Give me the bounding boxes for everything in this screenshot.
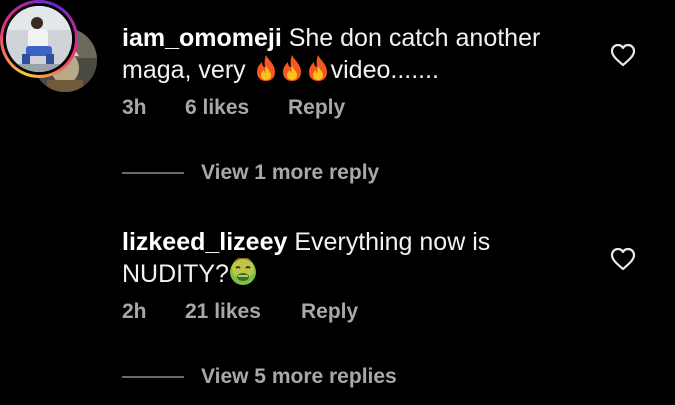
- reply-button[interactable]: Reply: [301, 300, 358, 324]
- view-more-replies-button[interactable]: View 1 more reply: [122, 159, 379, 187]
- reply-button[interactable]: Reply: [288, 96, 345, 120]
- divider-line: [122, 376, 184, 378]
- view-more-replies-button[interactable]: View 5 more replies: [122, 363, 397, 391]
- view-more-label: View 5 more replies: [201, 365, 397, 388]
- comment-likes[interactable]: 21 likes: [185, 300, 261, 324]
- nauseated-face-emoji: [229, 257, 257, 294]
- comment-username[interactable]: lizkeed_lizeey: [122, 228, 287, 256]
- divider-line: [122, 172, 184, 174]
- avatar-image: [6, 6, 72, 72]
- view-more-label: View 1 more reply: [201, 161, 380, 184]
- comment-time: 3h: [122, 96, 147, 119]
- comment-body: lizkeed_lizeey Everything now is NUDITY?: [122, 226, 592, 294]
- story-ring: [3, 3, 75, 75]
- comment-lizkeed-lizeey: lizkeed_lizeey Everything now is NUDITY?…: [0, 0, 675, 388]
- comment-likes[interactable]: 6 likes: [185, 96, 249, 120]
- comment-time: 2h: [122, 300, 147, 323]
- avatar[interactable]: [0, 0, 78, 78]
- heart-icon[interactable]: [610, 247, 636, 271]
